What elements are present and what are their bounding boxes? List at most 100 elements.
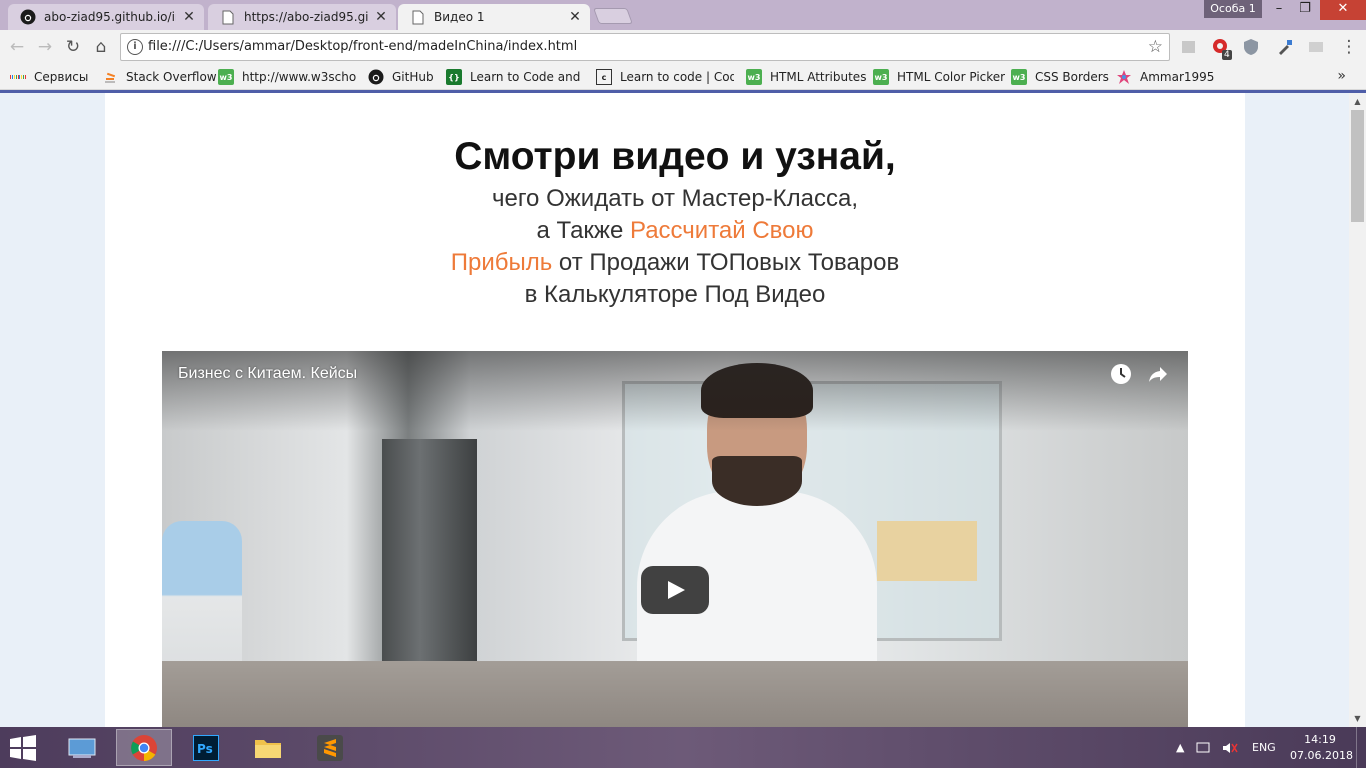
- tab-title: abo-ziad95.github.io/inde: [44, 10, 176, 24]
- address-bar[interactable]: i file:///C:/Users/ammar/Desktop/front-e…: [120, 33, 1170, 61]
- start-icon[interactable]: [8, 735, 40, 761]
- bookmarks-bar: Сервисы Stack Overflow w3 http://www.w3s…: [0, 64, 1366, 90]
- bookmark-label: Learn to Code and H: [470, 70, 584, 84]
- w3schools-icon: w3: [746, 69, 762, 85]
- folder-icon[interactable]: [240, 729, 296, 766]
- scroll-down-icon[interactable]: ▼: [1349, 710, 1366, 727]
- tab-close-icon[interactable]: ✕: [374, 9, 388, 25]
- scroll-up-icon[interactable]: ▲: [1349, 93, 1366, 110]
- page-heading: Смотри видео и узнай,: [454, 135, 896, 178]
- chrome-icon[interactable]: [116, 729, 172, 766]
- subheading-line-4: в Калькуляторе Под Видео: [524, 281, 826, 308]
- subheading-line-1: чего Ожидать от Мастер-Класса,: [491, 185, 859, 212]
- page-scrollbar[interactable]: ▲ ▼: [1349, 93, 1366, 727]
- video-title-overlay: [162, 351, 1188, 431]
- stackoverflow-icon: [102, 69, 118, 85]
- menu-icon[interactable]: ⋮: [1338, 36, 1360, 58]
- bookmark-html-attributes[interactable]: w3 HTML Attributes: [746, 68, 866, 86]
- browser-tab-3[interactable]: Видео 1 ✕: [398, 4, 590, 30]
- close-window-button[interactable]: ✕: [1320, 0, 1366, 20]
- bookmark-learn-to-code[interactable]: {} Learn to Code and H: [446, 68, 584, 86]
- subheading-text: от Продажи ТОПовых Товаров: [552, 249, 900, 276]
- shield-icon[interactable]: [1242, 38, 1260, 56]
- clock-time: 14:19: [1304, 733, 1336, 746]
- tray-show-hidden-icon[interactable]: ▲: [1176, 727, 1184, 768]
- browser-tab-1[interactable]: abo-ziad95.github.io/inde ✕: [8, 4, 204, 30]
- photoshop-icon[interactable]: Ps: [178, 729, 234, 766]
- bookmark-label: HTML Attributes: [770, 70, 867, 84]
- page-subheading: чего Ожидать от Мастер-Класса, а Также Р…: [105, 183, 1245, 311]
- new-tab-button[interactable]: [593, 8, 633, 24]
- bookmark-label: HTML Color Picker: [897, 70, 1006, 84]
- browser-tab-2[interactable]: https://abo-ziad95.github ✕: [208, 4, 396, 30]
- bookmark-apps[interactable]: Сервисы: [10, 68, 88, 86]
- document-icon: [220, 9, 236, 25]
- bookmark-label: Stack Overflow: [126, 70, 217, 84]
- bookmark-github[interactable]: GitHub: [368, 68, 434, 86]
- bookmark-label: CSS Borders: [1035, 70, 1109, 84]
- video-player[interactable]: Бизнес с Китаем. Кейсы: [162, 351, 1188, 727]
- subheading-text: а Также: [536, 217, 630, 244]
- windows-taskbar: Ps ▲ ENG 14:19 07.06.2018: [0, 727, 1366, 768]
- bookmark-codecademy[interactable]: c Learn to code | Code: [596, 68, 734, 86]
- bookmark-html-color-picker[interactable]: w3 HTML Color Picker: [873, 68, 1005, 86]
- profile-button[interactable]: Особа 1: [1204, 0, 1262, 18]
- w3schools-icon: w3: [1011, 69, 1027, 85]
- eyedropper-icon[interactable]: [1276, 38, 1294, 56]
- extension-badge: 4: [1222, 50, 1232, 60]
- info-icon[interactable]: i: [127, 39, 143, 55]
- url-text[interactable]: file:///C:/Users/ammar/Desktop/front-end…: [148, 39, 577, 54]
- system-clock[interactable]: 14:19 07.06.2018: [1290, 732, 1353, 764]
- watch-later-icon[interactable]: [1109, 363, 1133, 387]
- document-icon: [410, 9, 426, 25]
- play-button-icon[interactable]: [641, 566, 709, 614]
- volume-icon[interactable]: [1222, 727, 1238, 768]
- browser-toolbar: ← → ↻ ⌂ i file:///C:/Users/ammar/Desktop…: [0, 30, 1366, 64]
- extension-puzzle-icon[interactable]: [1180, 38, 1198, 56]
- w3schools-icon: w3: [218, 69, 234, 85]
- subheading-line-2: а Также Рассчитай Свою: [105, 215, 1245, 247]
- page-content: Смотри видео и узнай, чего Ожидать от Ма…: [105, 93, 1245, 727]
- window-titlebar: abo-ziad95.github.io/inde ✕ https://abo-…: [0, 0, 1366, 30]
- bookmark-w3schools[interactable]: w3 http://www.w3schoo: [218, 68, 356, 86]
- clock-date: 07.06.2018: [1290, 749, 1353, 762]
- bookmark-css-borders[interactable]: w3 CSS Borders: [1011, 68, 1109, 86]
- tab-close-icon[interactable]: ✕: [182, 9, 196, 25]
- network-icon[interactable]: [1196, 727, 1212, 768]
- share-icon[interactable]: [1146, 363, 1170, 387]
- github-icon: [20, 9, 36, 25]
- reload-button[interactable]: ↻: [62, 36, 84, 58]
- bookmark-ammar1995[interactable]: Ammar1995: [1116, 68, 1214, 86]
- video-frame-floor: [162, 661, 1188, 727]
- explorer-icon[interactable]: [54, 729, 110, 766]
- show-desktop-button[interactable]: [1356, 727, 1366, 768]
- github-icon: [368, 69, 384, 85]
- sublime-icon[interactable]: [302, 729, 358, 766]
- w3schools-icon: w3: [873, 69, 889, 85]
- codecademy-icon: c: [596, 69, 612, 85]
- page-viewport: Смотри видео и узнай, чего Ожидать от Ма…: [0, 93, 1349, 727]
- bookmark-label: Сервисы: [34, 70, 89, 84]
- cast-icon[interactable]: [1307, 38, 1325, 56]
- input-language[interactable]: ENG: [1252, 727, 1276, 768]
- tab-title: Видео 1: [434, 10, 485, 24]
- subheading-line-3: Прибыль от Продажи ТОПовых Товаров: [105, 247, 1245, 279]
- back-button[interactable]: ←: [6, 36, 28, 58]
- tab-close-icon[interactable]: ✕: [568, 9, 582, 25]
- bookmark-star-icon[interactable]: ☆: [1148, 37, 1163, 57]
- scrollbar-thumb[interactable]: [1351, 110, 1364, 222]
- bookmark-label: Learn to code | Code: [620, 70, 734, 84]
- subheading-accent: Рассчитай Свою: [630, 217, 814, 244]
- svg-text:Ps: Ps: [197, 742, 213, 756]
- codeacademy-icon: {}: [446, 69, 462, 85]
- home-button[interactable]: ⌂: [90, 36, 112, 58]
- bookmark-stackoverflow[interactable]: Stack Overflow: [102, 68, 217, 86]
- apps-icon: [10, 69, 27, 85]
- forward-button[interactable]: →: [34, 36, 56, 58]
- bookmark-label: GitHub: [392, 70, 434, 84]
- video-title[interactable]: Бизнес с Китаем. Кейсы: [178, 365, 357, 383]
- restore-button[interactable]: ❐: [1290, 0, 1320, 20]
- video-frame-desk: [877, 521, 977, 581]
- bookmarks-overflow-button[interactable]: »: [1337, 68, 1346, 84]
- ammar-icon: [1116, 69, 1132, 85]
